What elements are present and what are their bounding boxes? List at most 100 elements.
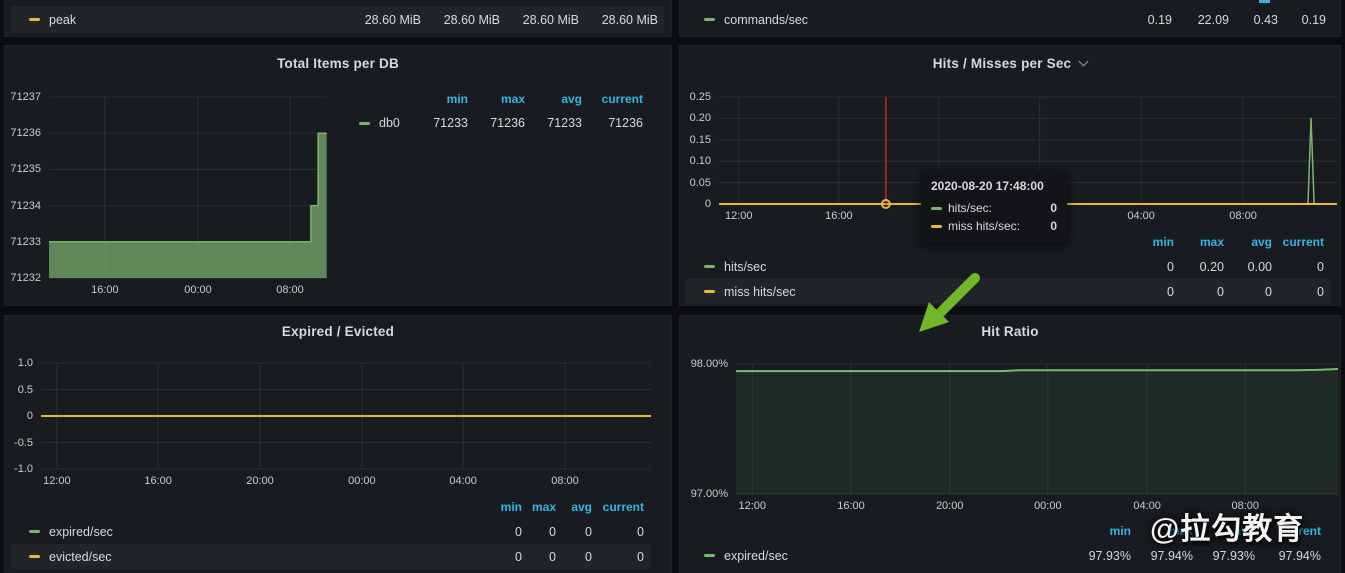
panel-title-hits-misses[interactable]: Hits / Misses per Sec: [680, 56, 1340, 71]
legend-value: 71236: [582, 116, 643, 130]
x-axis-tick-label: 16:00: [825, 210, 853, 222]
legend-row-db0[interactable]: db0 71233 71236 71233 71236: [357, 110, 649, 136]
legend-header-min[interactable]: min: [411, 92, 468, 106]
legend-value: 0: [556, 550, 592, 564]
series-dash-icon: [931, 225, 942, 228]
legend-row-miss-hits[interactable]: miss hits/sec 0 0 0 0: [686, 279, 1330, 304]
x-axis-tick-label: 16:00: [837, 500, 865, 512]
legend-row-commands[interactable]: commands/sec 0.19 22.09 0.43 0.19: [686, 6, 1332, 33]
series-name[interactable]: evicted/sec: [49, 550, 112, 564]
legend-header-avg[interactable]: avg: [1224, 235, 1272, 249]
legend-value: 0: [1124, 260, 1174, 274]
y-axis-tick-label: 0.25: [690, 91, 711, 103]
tooltip-row: hits/sec: 0: [931, 199, 1057, 217]
series-dash-icon: [704, 554, 715, 557]
legend-value: 71233: [411, 116, 468, 130]
series-dash-icon: [359, 122, 370, 125]
legend-value: 22.09: [1172, 13, 1229, 27]
legend-value: 71233: [525, 116, 582, 130]
series-name[interactable]: db0: [379, 116, 400, 130]
series-name[interactable]: commands/sec: [724, 13, 808, 27]
x-axis-tick-label: 16:00: [91, 284, 119, 296]
legend-header-current[interactable]: current: [582, 92, 643, 106]
y-axis-tick-label: 71236: [10, 127, 41, 139]
legend-value: 0: [482, 525, 522, 539]
x-axis-tick-label: 12:00: [43, 475, 71, 487]
panel-title-total-items[interactable]: Total Items per DB: [5, 56, 671, 71]
legend-header-avg[interactable]: avg: [525, 92, 582, 106]
legend-header-min[interactable]: min: [1124, 235, 1174, 249]
series-dash-icon: [704, 265, 715, 268]
panel-hits-misses: Hits / Misses per Sec 0.250.200.150.100.…: [679, 45, 1341, 306]
series-name[interactable]: hits/sec: [724, 260, 766, 274]
legend-value: 97.94%: [1255, 549, 1321, 563]
series-dash-icon: [704, 290, 715, 293]
chart-canvas: [49, 97, 327, 278]
legend-value: 71236: [468, 116, 525, 130]
legend-value: 0: [522, 550, 556, 564]
series-name[interactable]: miss hits/sec: [724, 285, 796, 299]
legend-header-min[interactable]: min: [1069, 524, 1131, 538]
y-axis-tick-label: 0.05: [690, 177, 711, 189]
legend-header-current[interactable]: current: [592, 500, 644, 514]
x-axis-tick-label: 16:00: [144, 475, 172, 487]
panel-title-hit-ratio[interactable]: Hit Ratio: [680, 324, 1340, 339]
total-items-chart[interactable]: 71237712367123571234712337123216:0000:00…: [49, 97, 327, 278]
y-axis-tick-label: 0.10: [690, 155, 711, 167]
x-axis-tick-label: 12:00: [725, 210, 753, 222]
legend-header-max[interactable]: max: [468, 92, 525, 106]
legend-value: 0: [1124, 285, 1174, 299]
y-axis-tick-label: -1.0: [14, 463, 33, 475]
legend-header-current[interactable]: current: [1272, 235, 1324, 249]
series-dash-icon: [704, 18, 715, 21]
chart-canvas: [41, 363, 651, 469]
expired-evicted-chart[interactable]: 1.00.50-0.5-1.012:0016:0020:0000:0004:00…: [41, 363, 651, 469]
legend-value: 28.60 MiB: [421, 13, 500, 27]
x-axis-tick-label: 08:00: [1229, 210, 1257, 222]
x-axis-tick-label: 00:00: [348, 475, 376, 487]
legend-row-expired[interactable]: expired/sec 0 0 0 0: [11, 519, 650, 544]
x-axis-tick-label: 08:00: [276, 284, 304, 296]
panel-title-expired-evicted[interactable]: Expired / Evicted: [5, 324, 671, 339]
legend-row-peak[interactable]: peak 28.60 MiB 28.60 MiB 28.60 MiB 28.60…: [11, 6, 664, 33]
legend-value: 97.94%: [1131, 549, 1193, 563]
legend-row-hits[interactable]: hits/sec 0 0.20 0.00 0: [686, 254, 1330, 279]
legend-header-max[interactable]: max: [522, 500, 556, 514]
tooltip-row: miss hits/sec: 0: [931, 217, 1057, 235]
legend-value: 0: [1224, 285, 1272, 299]
x-axis-tick-label: 00:00: [1034, 500, 1062, 512]
legend-value: 28.60 MiB: [342, 13, 421, 27]
series-dash-icon: [29, 18, 40, 21]
x-axis-tick-label: 20:00: [246, 475, 274, 487]
panel-title-text: Hit Ratio: [981, 324, 1038, 339]
legend-row-evicted[interactable]: evicted/sec 0 0 0 0: [11, 544, 650, 569]
y-axis-tick-label: 0.15: [690, 134, 711, 146]
panel-title-text: Hits / Misses per Sec: [933, 56, 1072, 71]
panel-memory-usage-cutoff: peak 28.60 MiB 28.60 MiB 28.60 MiB 28.60…: [4, 0, 672, 37]
dashboard: { "watermark": "@拉勾教育", "legend_headers"…: [0, 0, 1345, 573]
legend-value: 28.60 MiB: [579, 13, 658, 27]
hit-ratio-chart[interactable]: 98.00%97.00%12:0016:0020:0000:0004:0008:…: [736, 364, 1338, 494]
graph-tooltip: 2020-08-20 17:48:00 hits/sec: 0 miss hit…: [921, 171, 1067, 243]
series-name[interactable]: expired/sec: [49, 525, 113, 539]
legend-header-min[interactable]: min: [482, 500, 522, 514]
series-name[interactable]: expired/sec: [724, 549, 788, 563]
x-axis-tick-label: 12:00: [738, 500, 766, 512]
panel-expired-evicted: Expired / Evicted 1.00.50-0.5-1.012:0016…: [4, 315, 672, 573]
legend-value: 0: [1272, 260, 1324, 274]
watermark: @拉勾教育: [1150, 504, 1304, 548]
tooltip-label: hits/sec:: [948, 201, 992, 215]
panel-title-text: Expired / Evicted: [282, 324, 394, 339]
y-axis-tick-label: 98.00%: [691, 358, 728, 370]
legend-value: 0.43: [1229, 13, 1278, 27]
expired-evicted-legend: min max avg current expired/sec 0 0 0 0 …: [11, 494, 650, 569]
legend-header-avg[interactable]: avg: [556, 500, 592, 514]
legend-value: 0: [1272, 285, 1324, 299]
y-axis-tick-label: 71233: [10, 236, 41, 248]
legend-value: 0.00: [1224, 260, 1272, 274]
annotation-arrow-icon: [903, 272, 983, 347]
y-axis-tick-label: 71234: [10, 200, 41, 212]
legend-header-max[interactable]: max: [1174, 235, 1224, 249]
series-name[interactable]: peak: [49, 13, 76, 27]
series-dash-icon: [29, 530, 40, 533]
